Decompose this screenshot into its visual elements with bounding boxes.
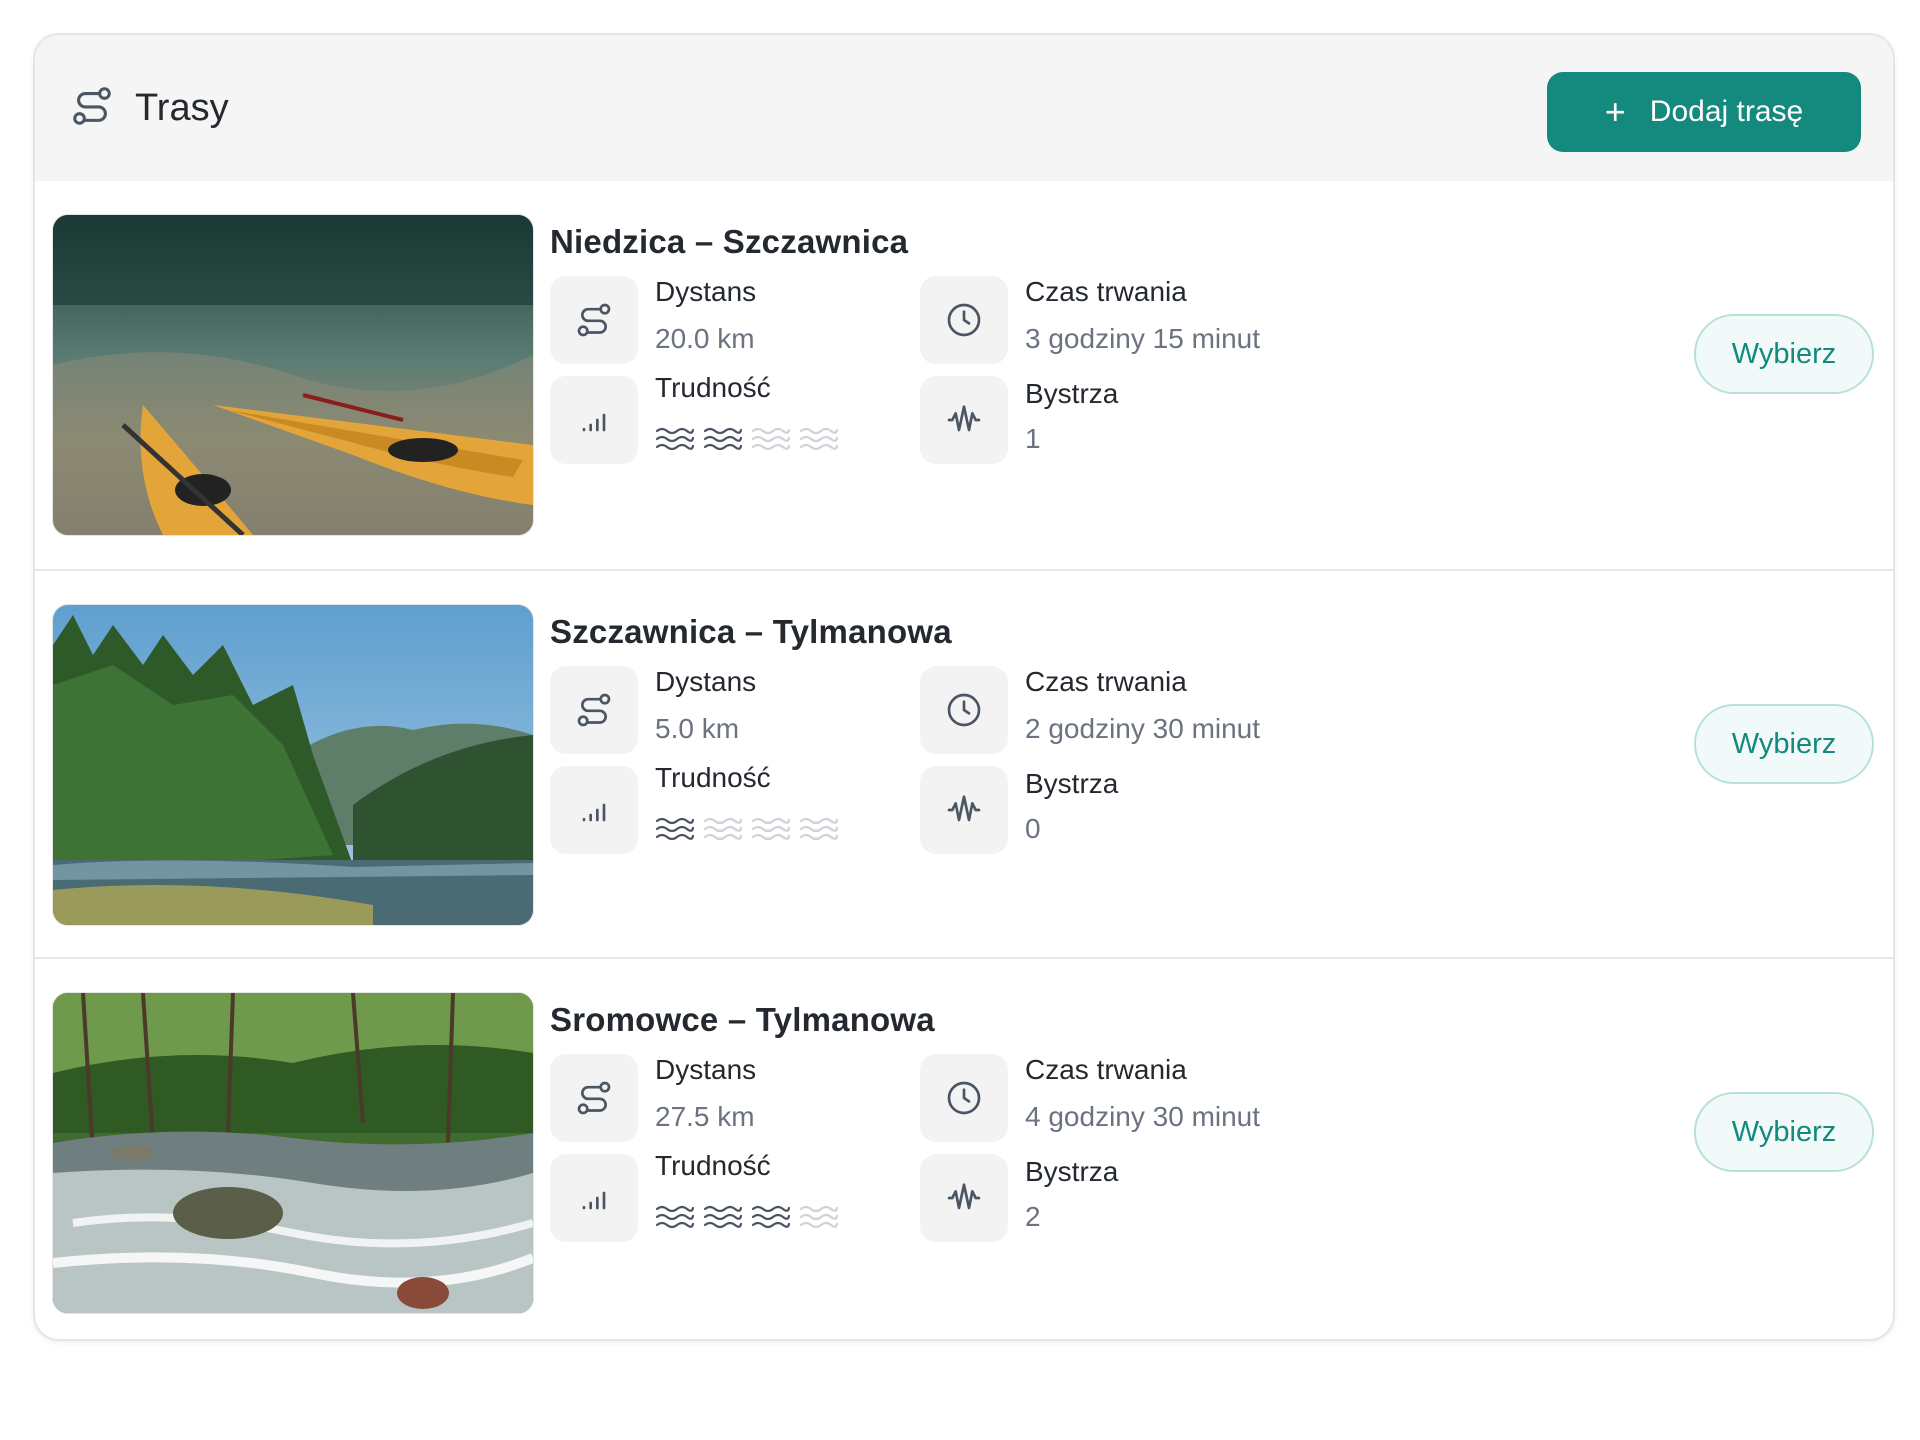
duration-value: 4 godziny 30 minut bbox=[1025, 1101, 1261, 1132]
route-icon bbox=[550, 276, 638, 364]
route-photo bbox=[52, 992, 534, 1314]
rapids-label: Bystrza bbox=[1025, 1156, 1119, 1187]
rapids-value: 1 bbox=[1025, 423, 1041, 454]
distance-label: Dystans bbox=[655, 276, 757, 307]
route-list: Niedzica – Szczawnica Dystans 20.0 km Cz… bbox=[35, 181, 1893, 1339]
waves-icon bbox=[751, 424, 791, 459]
distance-value: 5.0 km bbox=[655, 713, 740, 744]
duration-value: 3 godziny 15 minut bbox=[1025, 323, 1261, 354]
waves-icon bbox=[703, 814, 743, 849]
route-photo bbox=[52, 214, 534, 536]
routes-card: Trasy + Dodaj trasę Niedzica – Szczawnic… bbox=[33, 33, 1895, 1341]
waves-icon bbox=[655, 1202, 695, 1237]
waves-icon bbox=[799, 814, 839, 849]
difficulty-level-indicator bbox=[655, 814, 839, 849]
waves-icon bbox=[799, 424, 839, 459]
plus-icon: + bbox=[1604, 91, 1626, 132]
clock-icon bbox=[920, 1054, 1008, 1142]
add-route-button[interactable]: + Dodaj trasę bbox=[1547, 72, 1861, 152]
signal-bars-icon bbox=[550, 376, 638, 464]
add-route-button-label: Dodaj trasę bbox=[1649, 95, 1804, 128]
clock-icon bbox=[920, 666, 1008, 754]
header-title-group: Trasy bbox=[69, 83, 229, 134]
duration-label: Czas trwania bbox=[1025, 1054, 1187, 1085]
waves-icon bbox=[751, 814, 791, 849]
rapids-value: 2 bbox=[1025, 1201, 1041, 1232]
duration-value: 2 godziny 30 minut bbox=[1025, 713, 1261, 744]
rapids-label: Bystrza bbox=[1025, 378, 1119, 409]
route-photo bbox=[52, 604, 534, 926]
distance-label: Dystans bbox=[655, 666, 757, 697]
waves-icon bbox=[655, 814, 695, 849]
waves-icon bbox=[703, 1202, 743, 1237]
select-route-button[interactable]: Wybierz bbox=[1694, 314, 1874, 394]
route-title: Niedzica – Szczawnica bbox=[550, 223, 909, 260]
route-row: Niedzica – Szczawnica Dystans 20.0 km Cz… bbox=[35, 181, 1893, 569]
difficulty-level-indicator bbox=[655, 1202, 839, 1237]
difficulty-level-indicator bbox=[655, 424, 839, 459]
waves-icon bbox=[799, 1202, 839, 1237]
waves-icon bbox=[751, 1202, 791, 1237]
duration-label: Czas trwania bbox=[1025, 666, 1187, 697]
card-header: Trasy + Dodaj trasę bbox=[35, 35, 1893, 181]
select-route-button[interactable]: Wybierz bbox=[1694, 704, 1874, 784]
signal-bars-icon bbox=[550, 1154, 638, 1242]
page-title: Trasy bbox=[135, 86, 229, 129]
route-row: Szczawnica – Tylmanowa Dystans 5.0 km Cz… bbox=[35, 569, 1893, 957]
route-icon bbox=[550, 666, 638, 754]
distance-label: Dystans bbox=[655, 1054, 757, 1085]
route-row: Sromowce – Tylmanowa Dystans 27.5 km Cza… bbox=[35, 957, 1893, 1339]
select-route-button[interactable]: Wybierz bbox=[1694, 1092, 1874, 1172]
clock-icon bbox=[920, 276, 1008, 364]
distance-value: 20.0 km bbox=[655, 323, 755, 354]
difficulty-label: Trudność bbox=[655, 1150, 771, 1181]
waves-icon bbox=[655, 424, 695, 459]
waves-icon bbox=[703, 424, 743, 459]
route-icon bbox=[69, 83, 115, 134]
waveform-icon bbox=[920, 1154, 1008, 1242]
distance-value: 27.5 km bbox=[655, 1101, 755, 1132]
waveform-icon bbox=[920, 766, 1008, 854]
waveform-icon bbox=[920, 376, 1008, 464]
difficulty-label: Trudność bbox=[655, 372, 771, 403]
rapids-value: 0 bbox=[1025, 813, 1041, 844]
route-title: Szczawnica – Tylmanowa bbox=[550, 613, 952, 650]
duration-label: Czas trwania bbox=[1025, 276, 1187, 307]
rapids-label: Bystrza bbox=[1025, 768, 1119, 799]
route-icon bbox=[550, 1054, 638, 1142]
signal-bars-icon bbox=[550, 766, 638, 854]
difficulty-label: Trudność bbox=[655, 762, 771, 793]
route-title: Sromowce – Tylmanowa bbox=[550, 1001, 935, 1038]
